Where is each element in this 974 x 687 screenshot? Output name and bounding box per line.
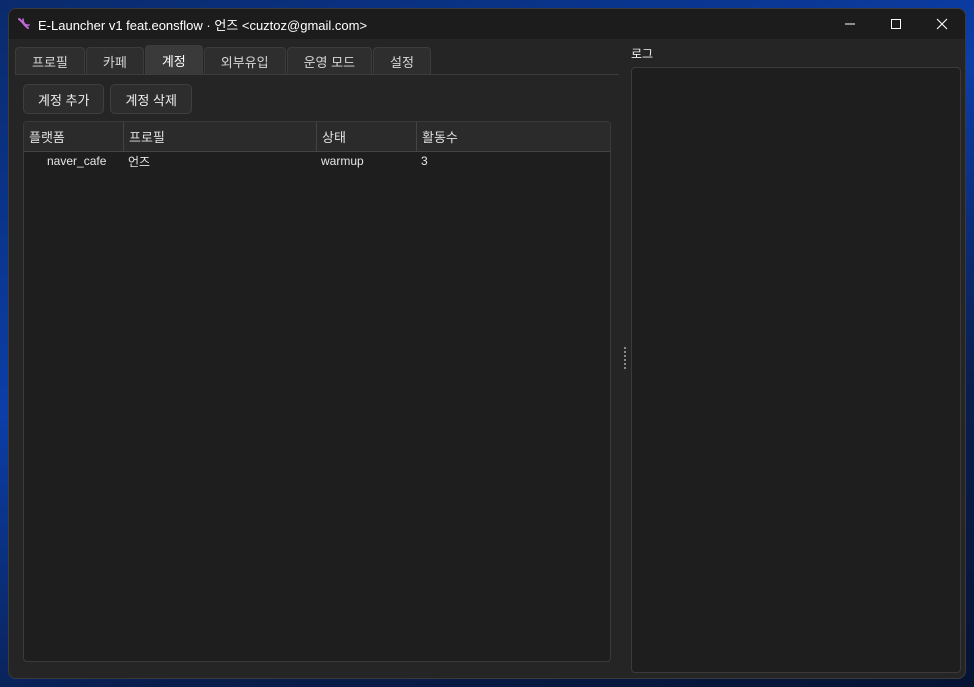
tab-external-inflow[interactable]: 외부유입 (203, 47, 286, 75)
minimize-icon (845, 23, 855, 25)
tab-cafe[interactable]: 카페 (85, 47, 144, 75)
accounts-table[interactable]: 플랫폼 프로필 상태 활동수 naver_cafe 언즈 warmup 3 (23, 121, 611, 662)
cell-activity-count: 3 (421, 154, 428, 168)
title-bar[interactable]: E-Launcher v1 feat.eonsflow · 언즈 <cuztoz… (9, 9, 965, 39)
tab-profile[interactable]: 프로필 (15, 47, 85, 75)
splitter-grip-icon (624, 347, 626, 369)
app-window: E-Launcher v1 feat.eonsflow · 언즈 <cuztoz… (8, 8, 966, 679)
minimize-button[interactable] (827, 9, 873, 39)
maximize-button[interactable] (873, 9, 919, 39)
tab-bar: 프로필 카페 계정 외부유입 운영 모드 설정 (15, 43, 432, 75)
column-header-profile[interactable]: 프로필 (124, 122, 317, 151)
delete-account-button[interactable]: 계정 삭제 (110, 84, 192, 114)
cell-profile: 언즈 (128, 154, 151, 169)
log-label: 로그 (631, 47, 654, 61)
column-header-platform[interactable]: 플랫폼 (24, 122, 124, 151)
close-icon (936, 18, 948, 30)
window-title: E-Launcher v1 feat.eonsflow · 언즈 <cuztoz… (38, 17, 368, 33)
left-pane: 프로필 카페 계정 외부유입 운영 모드 설정 계정 추가 계정 삭제 플랫폼 … (15, 43, 619, 673)
maximize-icon (891, 19, 901, 29)
column-header-status[interactable]: 상태 (317, 122, 417, 151)
close-button[interactable] (919, 9, 965, 39)
add-account-button[interactable]: 계정 추가 (23, 84, 105, 114)
accounts-toolbar: 계정 추가 계정 삭제 (23, 84, 192, 114)
column-header-activity-count[interactable]: 활동수 (417, 122, 610, 151)
window-controls (827, 9, 965, 39)
accounts-tab-panel: 계정 추가 계정 삭제 플랫폼 프로필 상태 활동수 naver_cafe 언즈… (15, 74, 619, 673)
tab-accounts[interactable]: 계정 (144, 45, 203, 75)
tab-settings[interactable]: 설정 (373, 47, 431, 75)
cell-platform: naver_cafe (47, 154, 107, 168)
tab-operation-mode[interactable]: 운영 모드 (286, 47, 373, 75)
cell-status: warmup (321, 154, 364, 168)
app-logo-icon (16, 16, 32, 32)
pane-splitter-handle[interactable] (620, 43, 630, 673)
log-pane: 로그 (631, 43, 961, 673)
table-row[interactable]: naver_cafe 언즈 warmup 3 (24, 152, 610, 170)
table-header: 플랫폼 프로필 상태 활동수 (24, 122, 610, 152)
log-output-area[interactable] (631, 67, 961, 673)
